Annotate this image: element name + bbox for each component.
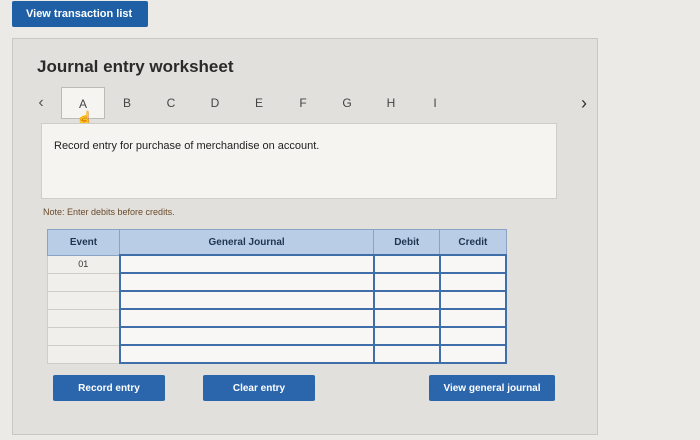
table-row [46, 272, 508, 292]
tab-strip: ‹ A ☝ B C D E F G H I › [31, 87, 587, 126]
table-row [46, 290, 508, 310]
col-general-journal: General Journal [119, 229, 375, 256]
debit-input[interactable] [372, 308, 441, 328]
tab-label-c: C [166, 96, 176, 110]
tab-g[interactable]: G [325, 87, 369, 119]
account-select[interactable] [118, 326, 375, 346]
journal-table: Event General Journal Debit Credit 01 [46, 229, 508, 364]
tab-e[interactable]: E [237, 87, 281, 119]
table-row [46, 326, 508, 346]
table-row: 01 [46, 254, 508, 274]
debit-input[interactable] [372, 344, 441, 364]
debit-input[interactable] [372, 326, 441, 346]
credit-input[interactable] [438, 254, 508, 274]
view-transaction-list-button[interactable]: View transaction list [12, 1, 148, 27]
table-row [46, 308, 508, 328]
clear-entry-button[interactable]: Clear entry [203, 375, 315, 401]
col-event: Event [46, 229, 121, 256]
col-debit: Debit [373, 229, 441, 256]
col-credit: Credit [439, 229, 507, 256]
note-text: Note: Enter debits before credits. [43, 207, 175, 217]
debit-input[interactable] [372, 290, 441, 310]
debit-input[interactable] [372, 272, 441, 292]
table-header-row: Event General Journal Debit Credit [46, 229, 507, 256]
event-cell: 01 [46, 254, 121, 274]
tab-label-g: G [342, 96, 352, 110]
table-row [46, 344, 508, 364]
event-cell [46, 308, 121, 328]
account-select[interactable] [118, 308, 375, 328]
credit-input[interactable] [438, 308, 508, 328]
tab-c[interactable]: C [149, 87, 193, 119]
tab-label-d: D [210, 96, 220, 110]
tab-label-b: B [122, 96, 131, 110]
worksheet-title: Journal entry worksheet [37, 57, 234, 76]
credit-input[interactable] [438, 272, 508, 292]
chevron-left-icon[interactable]: ‹ [31, 94, 51, 112]
tab-b[interactable]: B [105, 87, 149, 119]
tab-h[interactable]: H [369, 87, 413, 119]
credit-input[interactable] [438, 326, 508, 346]
record-entry-button[interactable]: Record entry [53, 375, 165, 401]
account-select[interactable] [118, 272, 375, 292]
view-general-journal-button[interactable]: View general journal [429, 375, 555, 401]
tab-i[interactable]: I [413, 87, 457, 119]
tab-a[interactable]: A ☝ [61, 87, 105, 126]
debit-input[interactable] [372, 254, 441, 274]
tab-label-i: I [433, 96, 437, 110]
tab-label-e: E [254, 96, 263, 110]
transaction-description-box: Record entry for purchase of merchandise… [41, 123, 557, 199]
tab-label-f: F [299, 96, 307, 110]
transaction-description: Record entry for purchase of merchandise… [54, 140, 320, 152]
event-cell [46, 326, 121, 346]
account-select[interactable] [118, 344, 375, 364]
event-cell [46, 272, 121, 292]
tab-f[interactable]: F [281, 87, 325, 119]
tab-label-h: H [386, 96, 396, 110]
credit-input[interactable] [438, 344, 508, 364]
event-cell [46, 344, 121, 364]
account-select[interactable] [118, 290, 375, 310]
journal-entry-worksheet: Journal entry worksheet ‹ A ☝ B C D E F … [12, 38, 598, 435]
tab-d[interactable]: D [193, 87, 237, 119]
credit-input[interactable] [438, 290, 508, 310]
event-cell [46, 290, 121, 310]
account-select[interactable] [118, 254, 375, 274]
chevron-right-icon[interactable]: › [581, 93, 587, 114]
